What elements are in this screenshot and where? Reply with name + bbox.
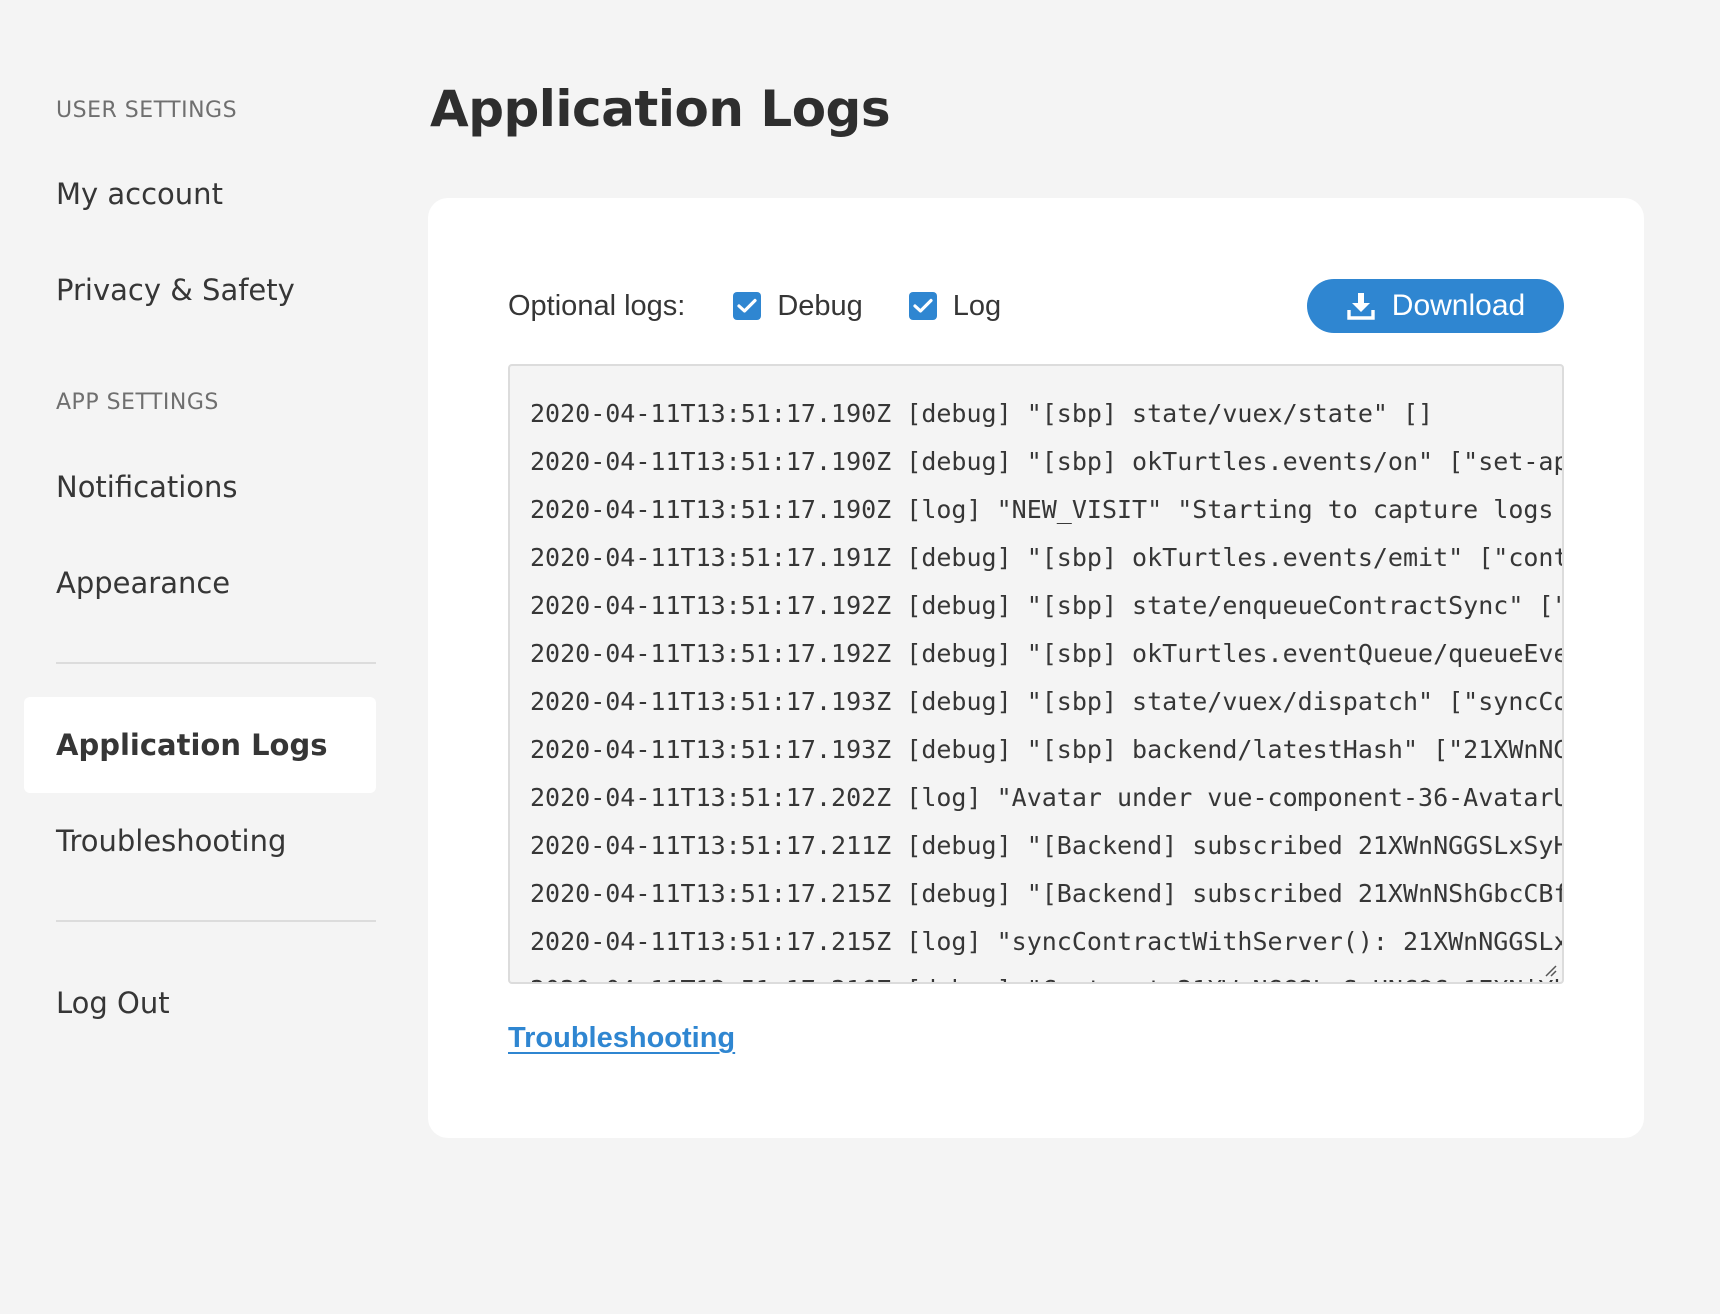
sidebar-item-my-account[interactable]: My account xyxy=(24,146,376,242)
log-line: 2020-04-11T13:51:17.190Z [debug] "[sbp] … xyxy=(530,447,1562,476)
checkmark-icon xyxy=(737,298,757,313)
sidebar-item-privacy-safety[interactable]: Privacy & Safety xyxy=(24,242,376,338)
optional-logs-row: Optional logs: Debug Log Download xyxy=(508,278,1564,334)
sidebar-divider xyxy=(56,662,376,664)
download-icon xyxy=(1346,291,1376,321)
log-line: 2020-04-11T13:51:17.193Z [debug] "[sbp] … xyxy=(530,687,1562,716)
sidebar-item-appearance[interactable]: Appearance xyxy=(24,535,376,631)
resize-grip-icon[interactable] xyxy=(1544,964,1558,978)
sidebar-item-application-logs[interactable]: Application Logs xyxy=(24,697,376,793)
debug-checkbox-group[interactable]: Debug xyxy=(733,289,863,323)
log-line: 2020-04-11T13:51:17.190Z [log] "NEW_VISI… xyxy=(530,495,1562,524)
log-line: 2020-04-11T13:51:17.192Z [debug] "[sbp] … xyxy=(530,591,1562,620)
log-line: 2020-04-11T13:51:17.191Z [debug] "[sbp] … xyxy=(530,543,1562,572)
sidebar-item-log-out[interactable]: Log Out xyxy=(24,955,376,1051)
debug-checkbox[interactable] xyxy=(733,292,762,320)
optional-logs-label: Optional logs: xyxy=(508,289,686,322)
user-settings-heading: USER SETTINGS xyxy=(56,98,238,123)
log-line: 2020-04-11T13:51:17.193Z [debug] "[sbp] … xyxy=(530,735,1562,764)
troubleshooting-link[interactable]: Troubleshooting xyxy=(508,1022,735,1055)
sidebar: USER SETTINGS My account Privacy & Safet… xyxy=(0,0,395,1314)
logs-card: Optional logs: Debug Log Download 2020-0… xyxy=(428,198,1644,1138)
log-textarea[interactable]: 2020-04-11T13:51:17.190Z [debug] "[sbp] … xyxy=(508,364,1564,984)
log-line: 2020-04-11T13:51:17.215Z [debug] "[Backe… xyxy=(530,879,1562,908)
checkmark-icon xyxy=(913,298,933,313)
log-line: 2020-04-11T13:51:17.190Z [debug] "[sbp] … xyxy=(530,399,1434,428)
download-button[interactable]: Download xyxy=(1307,279,1564,333)
log-line: 2020-04-11T13:51:17.216Z [debug] "Contra… xyxy=(530,966,1562,982)
app-settings-heading: APP SETTINGS xyxy=(56,390,219,415)
sidebar-item-troubleshooting[interactable]: Troubleshooting xyxy=(24,793,376,889)
download-label: Download xyxy=(1391,289,1526,322)
log-line: 2020-04-11T13:51:17.211Z [debug] "[Backe… xyxy=(530,831,1562,860)
debug-label: Debug xyxy=(777,289,863,322)
log-line: 2020-04-11T13:51:17.215Z [log] "syncCont… xyxy=(530,927,1562,956)
log-label: Log xyxy=(952,289,1002,322)
sidebar-item-notifications[interactable]: Notifications xyxy=(24,439,376,535)
log-line: 2020-04-11T13:51:17.192Z [debug] "[sbp] … xyxy=(530,639,1562,668)
log-line: 2020-04-11T13:51:17.202Z [log] "Avatar u… xyxy=(530,783,1562,812)
page-title: Application Logs xyxy=(430,80,891,138)
log-checkbox[interactable] xyxy=(908,292,937,320)
sidebar-divider xyxy=(56,920,376,922)
log-lines: 2020-04-11T13:51:17.190Z [debug] "[sbp] … xyxy=(530,390,1562,982)
log-checkbox-group[interactable]: Log xyxy=(908,289,1002,323)
